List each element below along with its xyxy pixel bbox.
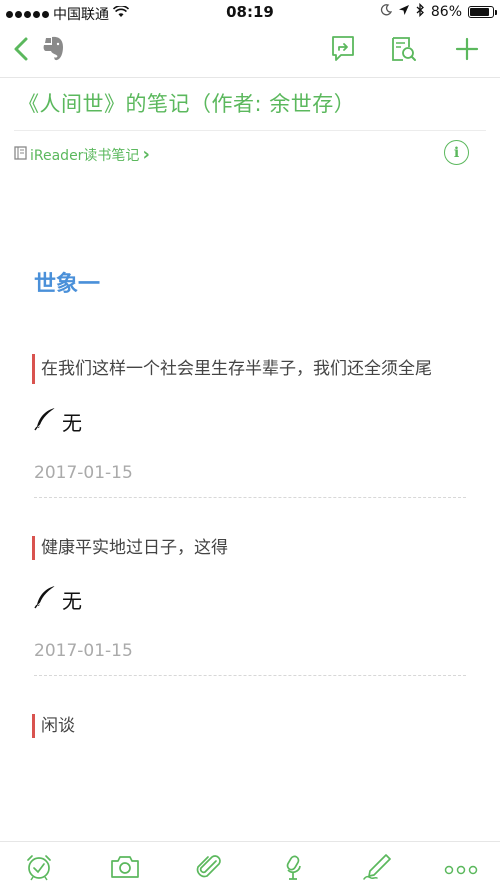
evernote-home-button[interactable] (36, 34, 70, 68)
entry-date: 2017-01-15 (34, 463, 466, 498)
entry-quote: 闲谈 (32, 714, 466, 738)
status-bar: 中国联通 08:19 86% (0, 0, 500, 24)
battery-icon (468, 6, 497, 18)
share-button[interactable] (326, 34, 360, 68)
location-arrow-icon (398, 4, 410, 20)
quill-pen-icon (34, 407, 56, 436)
back-chevron-icon (11, 36, 31, 66)
info-icon: i (453, 144, 460, 161)
camera-button[interactable] (110, 854, 140, 884)
notebook-icon (14, 145, 27, 164)
evernote-elephant-icon (40, 35, 66, 67)
camera-icon (110, 854, 140, 884)
handwriting-pen-icon (362, 853, 392, 885)
share-icon (329, 34, 357, 68)
info-button[interactable]: i (444, 140, 469, 165)
note-body[interactable]: 世象一 在我们这样一个社会里生存半辈子，我们还全须全尾 无 2017-01-15… (32, 258, 466, 776)
entry-quote: 健康平实地过日子，这得 (32, 536, 466, 560)
attachment-button[interactable] (194, 854, 224, 884)
note-entry: 在我们这样一个社会里生存半辈子，我们还全须全尾 无 2017-01-15 (32, 354, 466, 498)
bluetooth-icon (416, 2, 425, 21)
section-heading: 世象一 (34, 272, 101, 297)
back-button[interactable] (4, 34, 38, 68)
source-label: iReader读书笔记 (30, 147, 140, 164)
note-entry: 闲谈 (32, 714, 466, 738)
comment-text: 无 (62, 410, 82, 435)
reminder-button[interactable] (24, 854, 54, 884)
battery-fill (470, 8, 489, 16)
more-button[interactable] (444, 854, 478, 884)
battery-percent: 86% (430, 4, 462, 20)
source-notebook-link[interactable]: iReader读书笔记 › (14, 144, 150, 165)
handwriting-button[interactable] (362, 854, 392, 884)
chevron-right-icon: › (142, 144, 150, 165)
reminder-alarm-icon (25, 853, 53, 885)
audio-button[interactable] (278, 854, 308, 884)
navbar (0, 24, 500, 78)
comment-text: 无 (62, 588, 82, 613)
more-icon (444, 860, 478, 879)
status-right: 86% (380, 2, 497, 21)
add-button[interactable] (450, 34, 484, 68)
search-in-note-button[interactable] (386, 34, 420, 68)
note-entry: 健康平实地过日子，这得 无 2017-01-15 (32, 536, 466, 676)
add-icon (455, 37, 479, 65)
entry-comment: 无 (34, 584, 466, 614)
entry-date: 2017-01-15 (34, 641, 466, 676)
bottom-toolbar (0, 841, 500, 891)
entry-quote: 在我们这样一个社会里生存半辈子，我们还全须全尾 (32, 354, 466, 384)
moon-icon (380, 4, 392, 20)
quill-pen-icon (34, 585, 56, 614)
attachment-paperclip-icon (195, 853, 223, 885)
note-title[interactable]: 《人间世》的笔记（作者: 余世存） (18, 88, 355, 118)
entry-comment: 无 (34, 406, 466, 436)
title-divider (14, 130, 486, 131)
search-in-note-icon (389, 35, 417, 67)
microphone-icon (279, 853, 307, 885)
